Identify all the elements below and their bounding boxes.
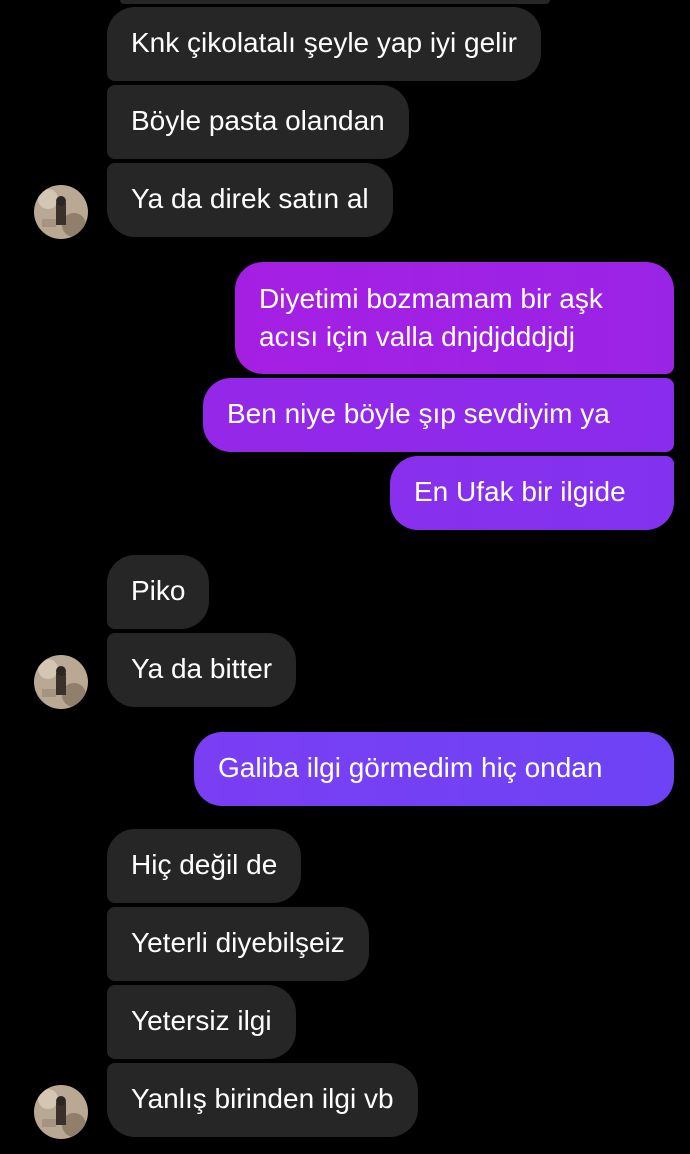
contact-avatar-icon[interactable] xyxy=(34,1085,88,1139)
outgoing-message[interactable]: Galiba ilgi görmedim hiç ondan xyxy=(194,732,674,806)
outgoing-message-line: acısı için valla dnjdjdddjdj xyxy=(259,321,575,352)
outgoing-message[interactable]: Ben niye böyle şıp sevdiyim ya xyxy=(203,378,674,452)
incoming-message[interactable]: Yeterli diyebilşeiz xyxy=(107,907,369,981)
incoming-message[interactable]: Piko xyxy=(107,555,210,629)
previous-message-edge xyxy=(120,0,550,4)
incoming-message[interactable]: Yetersiz ilgi xyxy=(107,985,296,1059)
contact-avatar-icon[interactable] xyxy=(34,655,88,709)
outgoing-message-line: Diyetimi bozmamam bir aşk xyxy=(259,283,603,314)
outgoing-message[interactable]: Diyetimi bozmamam bir aşk acısı için val… xyxy=(235,262,674,374)
incoming-message[interactable]: Böyle pasta olandan xyxy=(107,85,409,159)
incoming-message[interactable]: Ya da bitter xyxy=(107,633,297,707)
outgoing-message[interactable]: En Ufak bir ilgide xyxy=(390,456,674,530)
incoming-message[interactable]: Hiç değil de xyxy=(107,829,302,903)
contact-avatar-icon[interactable] xyxy=(34,185,88,239)
incoming-message[interactable]: Knk çikolatalı şeyle yap iyi gelir xyxy=(107,7,541,81)
incoming-message[interactable]: Yanlış birinden ilgi vb xyxy=(107,1063,418,1137)
incoming-message[interactable]: Ya da direk satın al xyxy=(107,163,393,237)
